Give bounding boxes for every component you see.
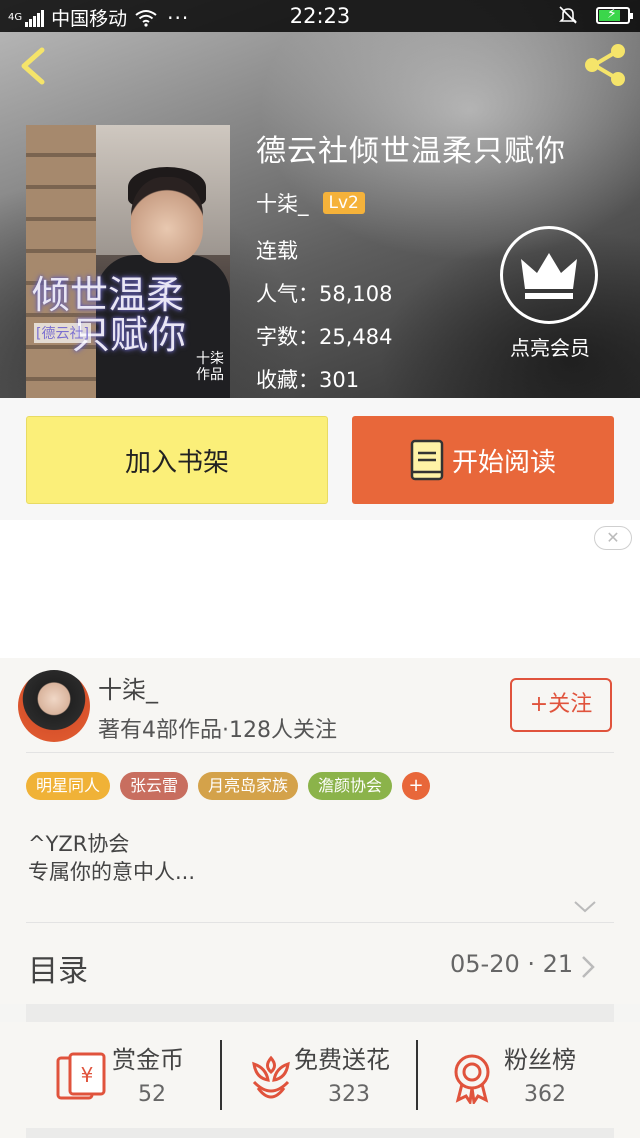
back-arrow-icon[interactable] (14, 44, 54, 88)
stat-value: 362 (524, 1082, 566, 1107)
separator (416, 1040, 418, 1110)
fan-rank-item[interactable]: 粉丝榜 362 (448, 1040, 598, 1120)
book-favorites: 收藏：301 (256, 368, 360, 392)
start-reading-button[interactable]: 开始阅读 (352, 416, 614, 504)
author-avatar[interactable] (18, 670, 90, 742)
section-gap (26, 1128, 614, 1138)
book-description[interactable]: ^YZR协会 专属你的意中人... (28, 830, 195, 886)
stat-name: 免费送花 (294, 1046, 390, 1074)
section-gap (26, 1004, 614, 1022)
book-author[interactable]: 十柒_ (256, 188, 309, 218)
author-stats: 著有4部作品·128人关注 (98, 718, 337, 743)
follow-button[interactable]: +关注 (510, 678, 612, 732)
stats-bar: ¥ 赏金币 52 免费送花 323 粉丝榜 362 (0, 1022, 640, 1138)
stat-value: 52 (138, 1082, 166, 1107)
tag-pill[interactable]: 张云雷 (120, 772, 189, 800)
vip-label: 点亮会员 (510, 336, 590, 360)
free-flowers-item[interactable]: 免费送花 323 (244, 1040, 414, 1120)
status-bar: 4G 中国移动 ··· 22:23 ⚡ (0, 0, 640, 32)
start-reading-label: 开始阅读 (451, 447, 556, 478)
medal-icon (454, 1054, 490, 1104)
stat-name: 粉丝榜 (504, 1046, 576, 1074)
author-name[interactable]: 十柒_ (98, 670, 158, 705)
stat-name: 赏金币 (112, 1046, 184, 1074)
toc-latest-date[interactable]: 05-20 · 21 (450, 950, 573, 978)
crown-icon (500, 226, 598, 324)
tag-list: 明星同人 张云雷 月亮岛家族 澹颜协会 + (26, 772, 431, 800)
book-icon (410, 439, 444, 481)
clock: 22:23 (289, 4, 351, 28)
author-section: 十柒_ 著有4部作品·128人关注 +关注 明星同人 张云雷 月亮岛家族 澹颜协… (0, 658, 640, 1004)
svg-text:¥: ¥ (81, 1063, 94, 1087)
ad-area: ✕ (0, 520, 640, 658)
book-header: 4G 中国移动 ··· 22:23 ⚡ 倾世温柔 只赋你 [德云社] 十柒作品 … (0, 0, 640, 398)
book-cover[interactable]: 倾世温柔 只赋你 [德云社] 十柒作品 (26, 125, 230, 398)
tag-pill[interactable]: 明星同人 (26, 772, 111, 800)
tag-pill[interactable]: 澹颜协会 (308, 772, 393, 800)
author-level-badge: Lv2 (322, 192, 365, 214)
add-to-shelf-button[interactable]: 加入书架 (26, 416, 328, 504)
ad-close-button[interactable]: ✕ (594, 526, 632, 550)
chevron-down-icon[interactable] (572, 898, 598, 916)
battery-icon: ⚡ (596, 6, 633, 24)
vip-button[interactable]: 点亮会员 (500, 226, 600, 361)
action-bar: 加入书架 开始阅读 (0, 398, 640, 520)
more-tags-button[interactable]: + (402, 772, 431, 800)
book-title: 德云社倾世温柔只赋你 (256, 134, 566, 169)
cover-title: 倾世温柔 只赋你 (32, 273, 187, 357)
mute-bell-icon (559, 6, 577, 24)
red-envelope-yen-icon: ¥ (56, 1052, 106, 1100)
cover-signature: 十柒作品 (196, 351, 224, 383)
flower-icon (252, 1055, 290, 1099)
chevron-right-icon[interactable] (580, 954, 596, 980)
share-icon[interactable] (580, 42, 630, 88)
toc-label[interactable]: 目录 (28, 946, 88, 990)
divider (26, 922, 614, 923)
divider (26, 752, 614, 753)
tag-pill[interactable]: 月亮岛家族 (198, 772, 299, 800)
cover-tag: [德云社] (34, 323, 91, 343)
reward-coins-item[interactable]: ¥ 赏金币 52 (54, 1040, 214, 1120)
stat-value: 323 (328, 1082, 370, 1107)
separator (220, 1040, 222, 1110)
